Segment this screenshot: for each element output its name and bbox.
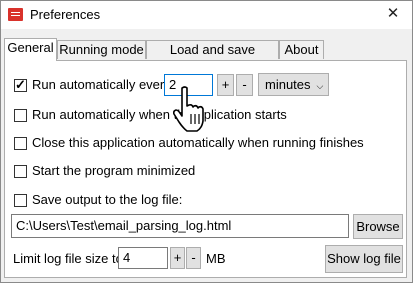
show-log-file-button[interactable]: Show log file [325, 245, 403, 273]
tab-load-save-settings[interactable]: Load and save settings [146, 40, 279, 75]
run-on-start-label-tail: pplication starts [196, 107, 287, 122]
close-when-done-label: Close this application automatically whe… [32, 135, 364, 150]
run-every-minus-button[interactable]: - [236, 74, 253, 96]
save-log-checkbox[interactable] [14, 194, 27, 207]
run-on-start-checkbox[interactable] [14, 109, 27, 122]
run-every-checkbox[interactable] [14, 77, 27, 93]
window-title: Preferences [30, 7, 101, 22]
hand-pointer-icon [173, 86, 204, 132]
tab-running-mode[interactable]: Running mode [57, 40, 146, 59]
app-logo-icon [8, 8, 23, 21]
title-bar: Preferences ✕ [1, 1, 412, 29]
run-every-plus-button[interactable]: + [217, 74, 234, 96]
tab-general[interactable]: General [4, 38, 57, 61]
run-every-label: Run automatically every [32, 77, 171, 92]
interval-unit-value: minutes [265, 77, 311, 92]
chevron-down-icon: ⌵ [316, 81, 324, 91]
save-log-label: Save output to the log file: [32, 192, 183, 207]
limit-log-minus-button[interactable]: - [186, 247, 201, 269]
close-icon[interactable]: ✕ [380, 3, 406, 25]
run-on-start-label-head: Run automatically when th [32, 107, 185, 122]
interval-unit-dropdown[interactable]: minutes ⌵ [258, 73, 329, 96]
start-minimized-checkbox[interactable] [14, 165, 27, 178]
limit-log-plus-button[interactable]: + [170, 247, 185, 269]
tab-about[interactable]: About [279, 40, 324, 59]
log-path-input[interactable]: C:\Users\Test\email_parsing_log.html [11, 214, 349, 238]
start-minimized-label: Start the program minimized [32, 163, 196, 178]
limit-log-label: Limit log file size to [13, 251, 123, 266]
limit-log-input[interactable]: 4 [118, 247, 168, 269]
close-when-done-checkbox[interactable] [14, 137, 27, 150]
limit-log-unit: MB [206, 251, 226, 266]
preferences-window: Preferences ✕ General Running mode Load … [0, 0, 413, 283]
run-on-start-label: Run automatically when th pplication star… [32, 107, 287, 122]
browse-button[interactable]: Browse [353, 214, 403, 239]
